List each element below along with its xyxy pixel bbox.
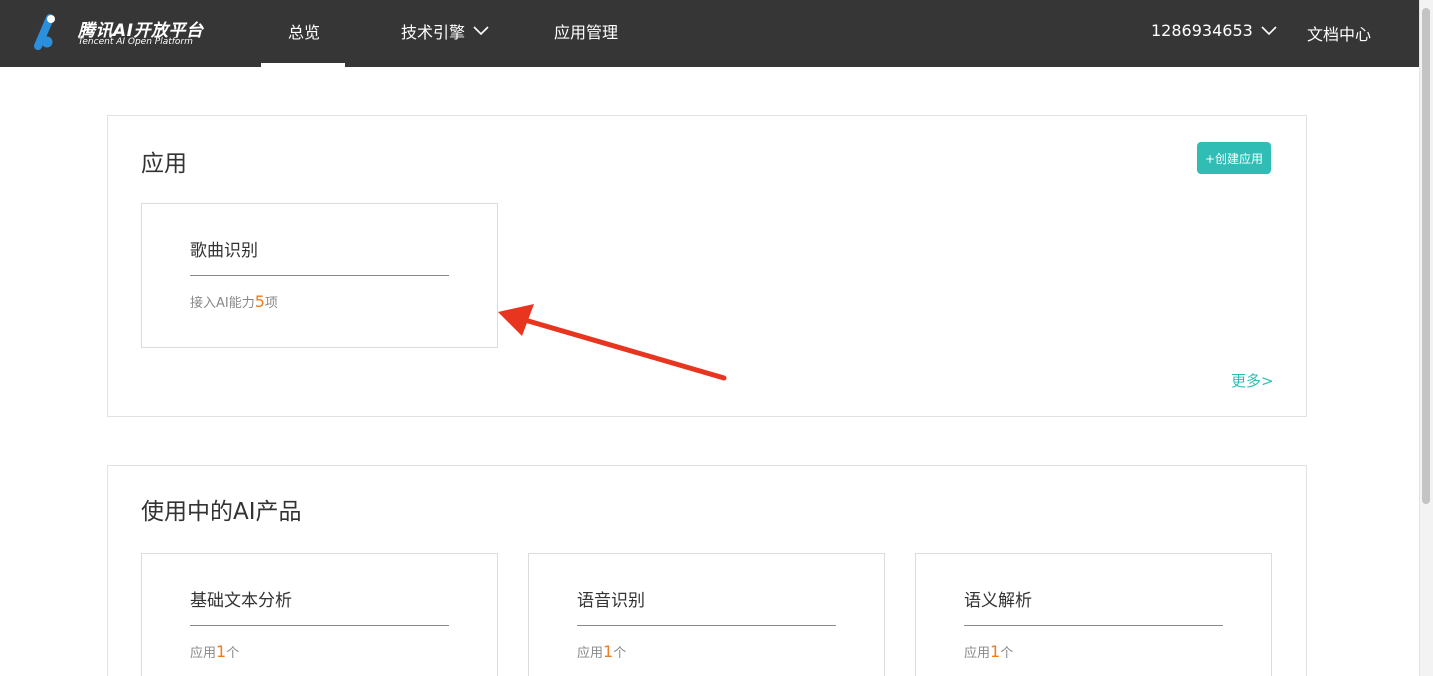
chevron-down-icon <box>473 26 489 36</box>
nav-active-indicator <box>261 63 345 67</box>
top-navigation-bar: 腾讯AI开放平台 Tencent AI Open Platform 总览 技术引… <box>0 0 1419 67</box>
app-card[interactable]: 歌曲识别 接入AI能力5项 <box>141 203 498 348</box>
chevron-down-icon <box>1261 25 1277 35</box>
product-card-count: 1 <box>990 642 1001 661</box>
product-card-meta: 应用1个 <box>964 642 1013 661</box>
product-card-count: 1 <box>603 642 614 661</box>
logo-mark-icon <box>34 14 55 50</box>
app-card-title: 歌曲识别 <box>190 241 258 261</box>
annotation-arrow-icon <box>498 304 727 381</box>
create-app-button[interactable]: +创建应用 <box>1197 142 1271 174</box>
divider <box>190 625 449 626</box>
product-card-meta: 应用1个 <box>577 642 626 661</box>
product-card[interactable]: 语音识别 应用1个 <box>528 553 885 676</box>
account-id: 1286934653 <box>1151 21 1253 40</box>
product-card-meta-prefix: 应用 <box>190 646 217 661</box>
product-card-meta-suffix: 个 <box>1000 646 1014 661</box>
apps-title: 应用 <box>141 151 187 177</box>
account-menu[interactable]: 1286934653 <box>1151 21 1277 40</box>
product-card-meta-suffix: 个 <box>613 646 627 661</box>
nav-app-management[interactable]: 应用管理 <box>554 19 618 43</box>
divider <box>190 275 449 276</box>
app-card-meta-suffix: 项 <box>264 296 278 311</box>
app-card-count: 5 <box>254 292 265 311</box>
divider <box>964 625 1223 626</box>
more-link[interactable]: 更多> <box>1231 370 1274 391</box>
products-panel: 使用中的AI产品 基础文本分析 应用1个 语音识别 应用1个 语义解析 应用1个 <box>107 465 1307 676</box>
nav-tech-engine[interactable]: 技术引擎 <box>401 19 489 43</box>
product-card-meta-prefix: 应用 <box>577 646 604 661</box>
nav-tech-engine-label: 技术引擎 <box>401 23 466 42</box>
products-title: 使用中的AI产品 <box>141 499 302 525</box>
product-card-meta: 应用1个 <box>190 642 239 661</box>
app-card-meta: 接入AI能力5项 <box>190 292 278 311</box>
nav-docs[interactable]: 文档中心 <box>1307 21 1371 45</box>
product-card-title: 语义解析 <box>964 591 1032 611</box>
product-card-title: 语音识别 <box>577 591 645 611</box>
product-card-meta-suffix: 个 <box>226 646 240 661</box>
logo[interactable]: 腾讯AI开放平台 Tencent AI Open Platform <box>28 12 208 52</box>
product-card[interactable]: 语义解析 应用1个 <box>915 553 1272 676</box>
divider <box>577 625 836 626</box>
logo-name-en: Tencent AI Open Platform <box>78 37 193 47</box>
app-card-meta-prefix: 接入AI能力 <box>190 296 255 311</box>
nav-overview[interactable]: 总览 <box>288 19 320 43</box>
product-card-title: 基础文本分析 <box>190 591 292 611</box>
product-card-count: 1 <box>216 642 227 661</box>
product-card-meta-prefix: 应用 <box>964 646 991 661</box>
product-card[interactable]: 基础文本分析 应用1个 <box>141 553 498 676</box>
scrollbar-thumb[interactable] <box>1422 8 1430 504</box>
